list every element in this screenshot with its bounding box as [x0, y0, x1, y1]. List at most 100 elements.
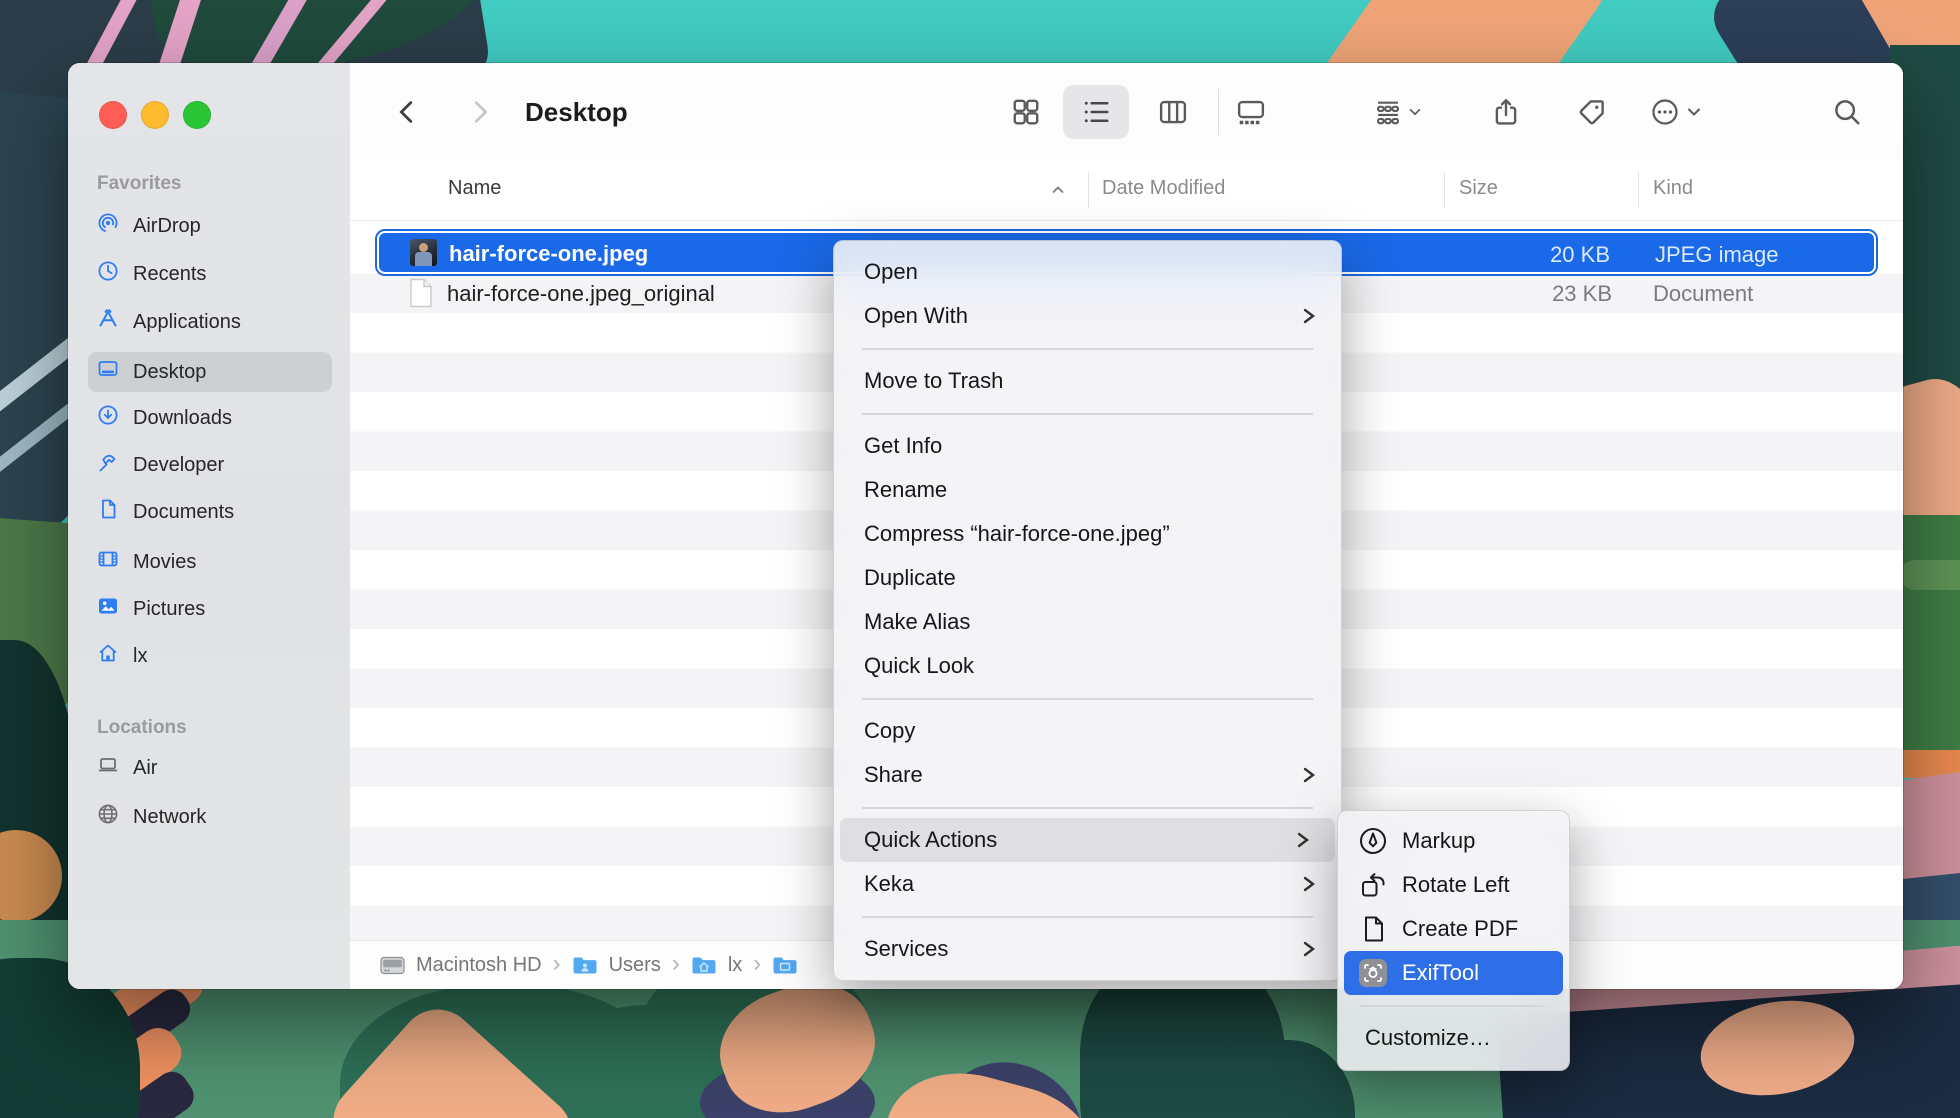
submenu-item-rotate-left[interactable]: Rotate Left	[1338, 863, 1569, 907]
minimize-button[interactable]	[141, 101, 169, 129]
back-button[interactable]	[385, 84, 429, 139]
hard-drive-icon	[380, 955, 405, 976]
sidebar-item-pictures[interactable]: Pictures	[88, 589, 332, 629]
gallery-view-button[interactable]	[1228, 84, 1274, 139]
clock-icon	[96, 259, 120, 289]
create-pdf-icon	[1358, 914, 1388, 944]
file-name: hair-force-one.jpeg_original	[447, 281, 715, 307]
menu-separator	[862, 413, 1313, 415]
chevron-down-icon	[1686, 104, 1702, 120]
chevron-down-icon	[1408, 104, 1422, 120]
menu-item-quick-look[interactable]: Quick Look	[834, 644, 1341, 688]
tag-button[interactable]	[1569, 84, 1615, 139]
film-icon	[96, 547, 120, 577]
column-header-size[interactable]: Size	[1459, 177, 1498, 200]
applications-icon	[96, 307, 120, 337]
sidebar-item-label: Pictures	[133, 598, 205, 621]
menu-item-rename[interactable]: Rename	[834, 468, 1341, 512]
menu-item-open[interactable]: Open	[834, 250, 1341, 294]
menu-item-get-info[interactable]: Get Info	[834, 424, 1341, 468]
sidebar-item-recents[interactable]: Recents	[88, 254, 332, 294]
file-size: 23 KB	[1552, 281, 1612, 307]
hammer-icon	[96, 450, 120, 480]
submenu-item-customize[interactable]: Customize…	[1338, 1016, 1569, 1060]
sidebar-item-label: lx	[133, 645, 147, 668]
toolbar-divider	[1218, 89, 1219, 135]
menu-item-share[interactable]: Share	[834, 753, 1341, 797]
column-divider[interactable]	[1638, 172, 1639, 208]
airdrop-icon	[96, 211, 120, 241]
menu-item-compress[interactable]: Compress “hair-force-one.jpeg”	[834, 512, 1341, 556]
sidebar-item-applications[interactable]: Applications	[88, 302, 332, 342]
sidebar-item-documents[interactable]: Documents	[88, 492, 332, 532]
locations-section-label: Locations	[97, 717, 187, 739]
menu-item-make-alias[interactable]: Make Alias	[834, 600, 1341, 644]
submenu-chevron-icon	[1301, 939, 1317, 959]
path-item-lx[interactable]: lx	[728, 954, 742, 977]
menu-item-services[interactable]: Services	[834, 927, 1341, 971]
zoom-button[interactable]	[183, 101, 211, 129]
menu-item-keka[interactable]: Keka	[834, 862, 1341, 906]
column-header-date-modified[interactable]: Date Modified	[1102, 177, 1225, 200]
group-by-button[interactable]	[1374, 84, 1422, 139]
submenu-item-markup[interactable]: Markup	[1338, 819, 1569, 863]
document-icon	[96, 497, 120, 527]
sidebar-item-network[interactable]: Network	[88, 797, 332, 837]
file-size: 20 KB	[1550, 242, 1610, 268]
path-chevron-icon: ›	[672, 952, 680, 976]
more-actions-button[interactable]	[1650, 84, 1702, 139]
sidebar-item-home[interactable]: lx	[88, 636, 332, 676]
context-menu: Open Open With Move to Trash Get Info Re…	[833, 240, 1342, 981]
exiftool-icon	[1358, 958, 1388, 988]
downloads-icon	[96, 403, 120, 433]
share-button[interactable]	[1483, 84, 1529, 139]
sidebar-item-label: Developer	[133, 454, 224, 477]
sidebar-item-air[interactable]: Air	[88, 748, 332, 788]
column-header-kind[interactable]: Kind	[1653, 177, 1693, 200]
path-item-macintosh-hd[interactable]: Macintosh HD	[416, 954, 542, 977]
menu-item-duplicate[interactable]: Duplicate	[834, 556, 1341, 600]
column-divider[interactable]	[1444, 172, 1445, 208]
list-view-button[interactable]	[1073, 84, 1119, 139]
forward-button[interactable]	[458, 84, 502, 139]
sidebar-item-label: Movies	[133, 551, 196, 574]
column-divider[interactable]	[1088, 172, 1089, 208]
folder-users-icon	[572, 955, 598, 976]
menu-item-quick-actions[interactable]: Quick Actions	[840, 818, 1335, 862]
submenu-item-create-pdf[interactable]: Create PDF	[1338, 907, 1569, 951]
sidebar-item-label: Desktop	[133, 361, 206, 384]
search-button[interactable]	[1824, 84, 1870, 139]
file-name: hair-force-one.jpeg	[449, 241, 648, 267]
column-view-button[interactable]	[1150, 84, 1196, 139]
favorites-section-label: Favorites	[97, 173, 181, 195]
file-kind: JPEG image	[1655, 242, 1779, 268]
submenu-separator	[1360, 1005, 1545, 1007]
globe-icon	[96, 802, 120, 832]
submenu-item-exiftool[interactable]: ExifTool	[1344, 951, 1563, 995]
document-file-icon	[408, 278, 434, 313]
folder-desktop-icon	[772, 955, 798, 976]
icon-view-button[interactable]	[1003, 84, 1049, 139]
file-kind: Document	[1653, 281, 1753, 307]
menu-separator	[862, 348, 1313, 350]
toolbar: Desktop	[350, 63, 1903, 160]
column-header-name[interactable]: Name	[448, 177, 501, 200]
menu-item-move-to-trash[interactable]: Move to Trash	[834, 359, 1341, 403]
sidebar-item-movies[interactable]: Movies	[88, 542, 332, 582]
sidebar-item-label: Air	[133, 757, 157, 780]
desktop-icon	[96, 357, 120, 387]
menu-item-open-with[interactable]: Open With	[834, 294, 1341, 338]
sidebar-item-downloads[interactable]: Downloads	[88, 398, 332, 438]
submenu-chevron-icon	[1295, 830, 1311, 850]
menu-item-copy[interactable]: Copy	[834, 709, 1341, 753]
submenu-chevron-icon	[1301, 765, 1317, 785]
submenu-chevron-icon	[1301, 874, 1317, 894]
sidebar-item-airdrop[interactable]: AirDrop	[88, 206, 332, 246]
rotate-left-icon	[1358, 870, 1388, 900]
close-button[interactable]	[99, 101, 127, 129]
folder-home-icon	[691, 955, 717, 976]
sidebar-item-developer[interactable]: Developer	[88, 445, 332, 485]
sidebar-item-label: Documents	[133, 501, 234, 524]
path-item-users[interactable]: Users	[609, 954, 661, 977]
sidebar-item-desktop[interactable]: Desktop	[88, 352, 332, 392]
